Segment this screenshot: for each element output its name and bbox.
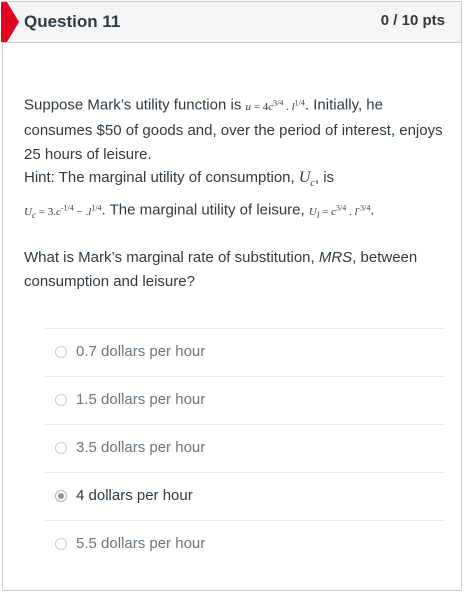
answer-option[interactable]: 0.7 dollars per hour: [45, 328, 445, 376]
question-card: Question 11 0 / 10 pts Suppose Mark’s ut…: [1, 1, 462, 591]
flag-icon: [1, 2, 19, 42]
question-points: 0 / 10 pts: [380, 12, 445, 29]
intro-text: Suppose Mark’s utility function is: [24, 96, 246, 114]
answer-label: 0.7 dollars per hour: [76, 343, 206, 360]
answer-label: 3.5 dollars per hour: [76, 439, 206, 456]
hint-end: .: [370, 201, 375, 219]
answer-list: 0.7 dollars per hour 1.5 dollars per hou…: [45, 328, 445, 568]
question-header: Question 11 0 / 10 pts: [1, 2, 461, 43]
answer-label: 1.5 dollars per hour: [76, 391, 206, 408]
hint-leisure: . The marginal utility of leisure,: [101, 201, 309, 219]
radio-button[interactable]: [55, 442, 67, 454]
mu-l-formula: Ul = c3/4 . l-3/4: [308, 202, 371, 220]
mu-c-symbol: Uc: [298, 169, 315, 190]
radio-button[interactable]: [55, 394, 67, 406]
radio-button-selected[interactable]: [55, 490, 67, 502]
answer-option[interactable]: 1.5 dollars per hour: [45, 376, 445, 424]
mrs-term: MRS: [318, 249, 353, 266]
answer-label: 4 dollars per hour: [76, 487, 193, 504]
question-body: Suppose Mark’s utility function is u = 4…: [24, 91, 444, 227]
radio-button[interactable]: [55, 346, 67, 358]
question-prompt: What is Mark’s marginal rate of substitu…: [24, 246, 444, 293]
answer-option-selected[interactable]: 4 dollars per hour: [45, 472, 445, 520]
mu-c-formula: Uc = 3.c-1/4 − .l1/4: [24, 202, 102, 220]
answer-label: 5.5 dollars per hour: [76, 535, 206, 552]
utility-formula: u = 4c3/4 . l1/4: [245, 98, 305, 113]
answer-option[interactable]: 5.5 dollars per hour: [45, 520, 445, 568]
hint-is: , is: [314, 169, 335, 187]
hint-text: Hint: The marginal utility of consumptio…: [24, 169, 299, 187]
question-title: Question 11: [24, 12, 121, 31]
answer-option[interactable]: 3.5 dollars per hour: [45, 424, 445, 472]
radio-button[interactable]: [55, 538, 67, 550]
question-pre: What is Mark’s marginal rate of substitu…: [24, 249, 319, 266]
